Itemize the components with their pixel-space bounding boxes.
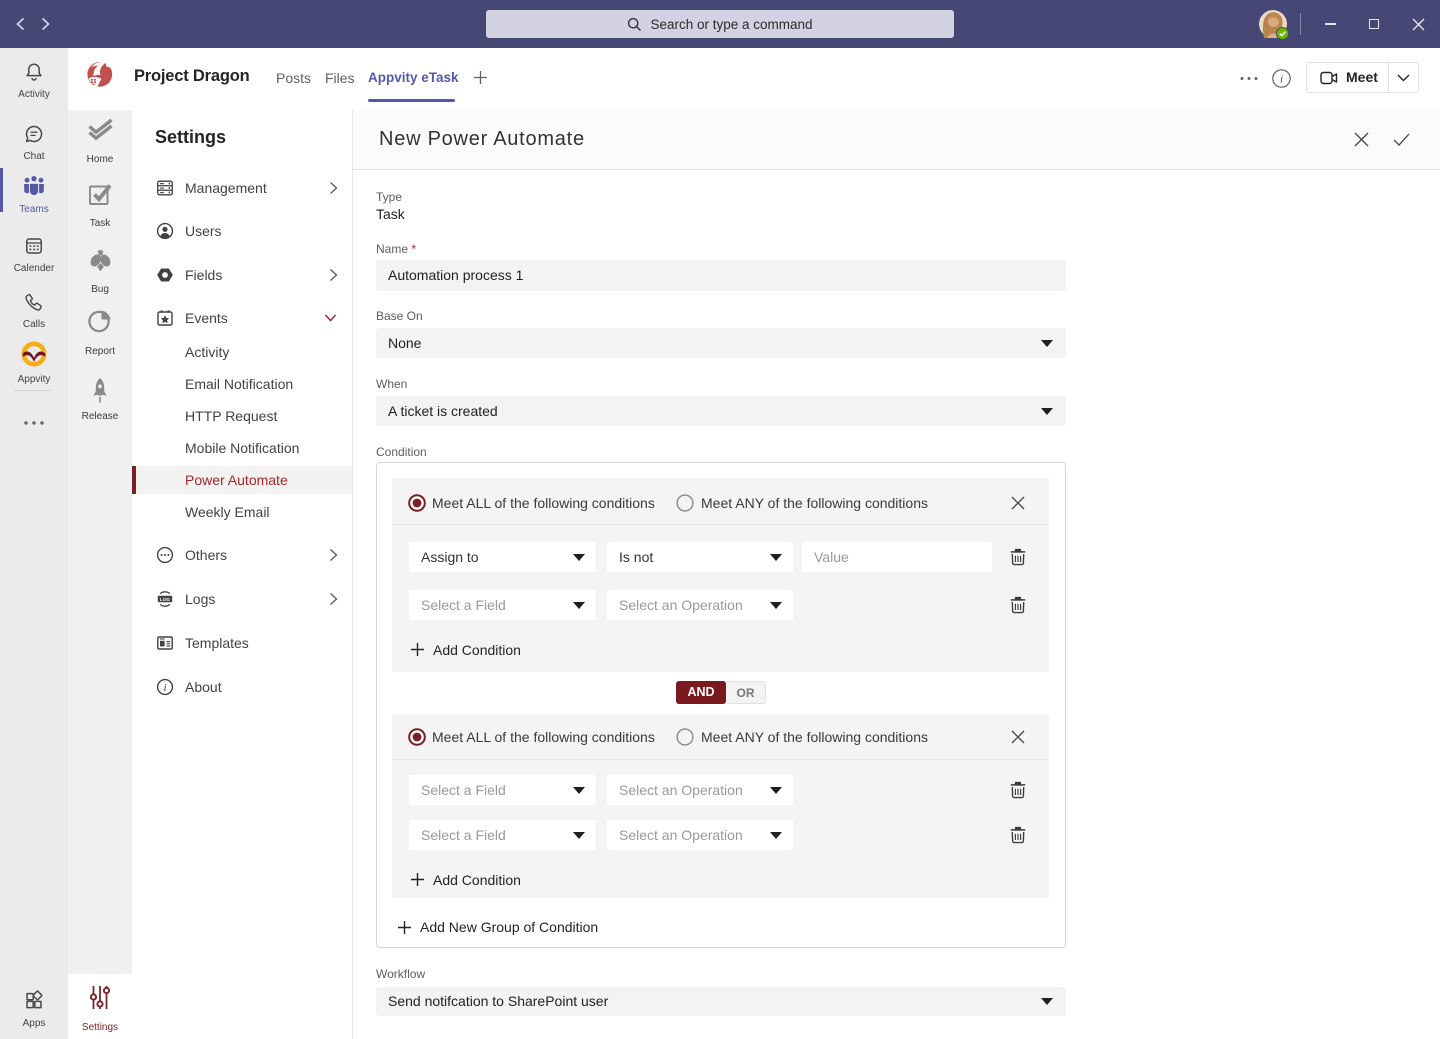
svg-text:LOG: LOG xyxy=(160,597,170,602)
svg-text:i: i xyxy=(163,682,166,694)
svg-text:i: i xyxy=(1280,72,1283,86)
